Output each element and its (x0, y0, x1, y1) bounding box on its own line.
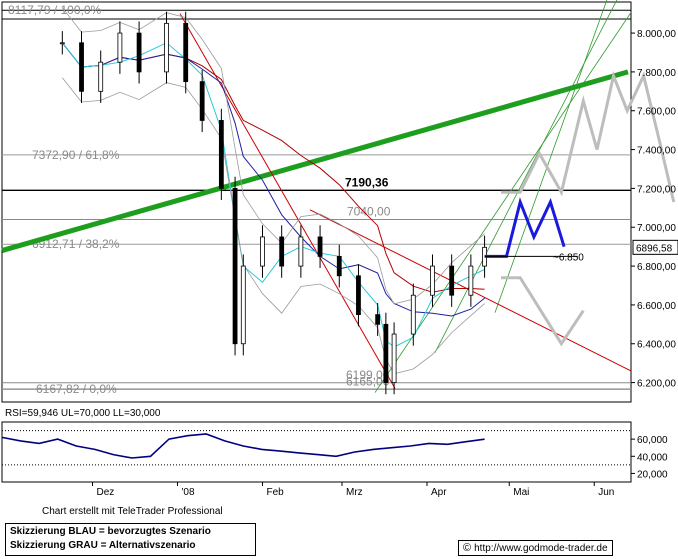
y-tick-label: 6.800,00 (637, 262, 676, 273)
y-tick-label: 7.600,00 (637, 107, 676, 118)
last-price-label: 6896,58 (636, 243, 673, 254)
y-tick-label: 7.000,00 (637, 223, 676, 234)
price-candle (317, 236, 323, 257)
rsi-tick-label: 60,000 (637, 435, 668, 446)
price-candle (199, 81, 205, 121)
main-plot: 7190,367040,006199,006165,008117,79 / 10… (1, 0, 676, 396)
bollinger-lower (61, 77, 485, 375)
rsi-line (1, 433, 485, 459)
price-candle (383, 323, 389, 383)
level-label: 7190,36 (345, 175, 389, 189)
downtrend-line (179, 13, 396, 389)
scenario-legend: Skizzierung BLAU = bevorzugtes Szenario … (5, 523, 256, 556)
price-candle (260, 236, 265, 267)
price-candle (98, 61, 104, 92)
price-candle (375, 314, 381, 325)
scenario-blue-path (484, 197, 566, 258)
scenario-gray-down (501, 276, 585, 347)
x-tick-label: Mai (513, 487, 529, 498)
legend-gray: Skizzierung GRAU = Alternativszenario (10, 540, 196, 551)
y-tick-label: 6.200,00 (637, 379, 676, 390)
channel-line (494, 0, 608, 313)
price-candle (218, 120, 224, 189)
chart-svg: 7190,367040,006199,006165,008117,79 / 10… (1, 0, 678, 498)
price-candle (356, 275, 361, 316)
fib-label: 7372,90 / 61,8% (32, 148, 120, 162)
x-tick-label: Feb (266, 487, 284, 498)
credit-text: Chart erstellt mit TeleTrader Profession… (42, 506, 223, 517)
fib-label: 6167,82 / 0,0% (36, 382, 117, 396)
price-candle (298, 236, 304, 267)
price-candle (59, 42, 65, 45)
source-link[interactable]: © http://www.godmode-trader.de (458, 540, 613, 556)
price-candle (336, 255, 342, 277)
level-label: 6165,00 (346, 374, 390, 388)
y-tick-label: 6.600,00 (637, 301, 676, 312)
y-tick-label: 8.000,00 (637, 29, 676, 40)
fib-label: 8117,79 / 100,0% (8, 3, 102, 17)
price-candle (391, 333, 397, 383)
main-plot-frame (1, 1, 632, 403)
price-candle (183, 22, 189, 83)
rsi-tick-label: 20,000 (637, 469, 668, 480)
x-tick-label: Dez (96, 487, 114, 498)
price-candle (232, 188, 238, 345)
price-candle (117, 32, 123, 63)
price-candle (410, 294, 416, 335)
price-candle (164, 22, 169, 73)
x-tick-label: Mrz (346, 487, 363, 498)
ma-red-line (61, 42, 485, 293)
rsi-plot: 20,000 40,000 60,000 (1, 430, 668, 480)
scenario-gray-up (501, 70, 676, 203)
ma-blue-line (61, 42, 485, 317)
price-candle (79, 42, 84, 92)
x-axis: '07Dez'08FebMrzAprMaiJun (91, 482, 614, 498)
price-candle (430, 265, 435, 296)
price-candle (449, 265, 455, 296)
legend-blue: Skizzierung BLAU = bevorzugtes Szenario (10, 526, 211, 537)
price-candle (279, 236, 285, 267)
source-url: http://www.godmode-trader.de (474, 542, 608, 554)
y-axis: 6.200,00 6.400,00 6.600,00 6.800,00 7.000,00… (631, 29, 678, 390)
x-tick-label: '08 (181, 487, 194, 498)
y-tick-label: 7.200,00 (637, 184, 676, 195)
x-tick-label: Apr (431, 487, 447, 498)
copyright-icon: © (463, 542, 472, 554)
rsi-label: RSI=59,946 UL=70,000 LL=30,000 (5, 408, 161, 419)
price-candle (240, 265, 246, 345)
y-tick-label: 7.400,00 (637, 146, 676, 157)
price-candle (468, 265, 474, 296)
bollinger-upper (61, 7, 485, 305)
ma-cyan-line (61, 42, 485, 348)
y-tick-label: 7.800,00 (637, 68, 676, 79)
x-tick-label: Jun (598, 487, 614, 498)
price-candle (136, 32, 142, 73)
y-tick-label: 6.400,00 (637, 340, 676, 351)
target-label: ~6.850 (553, 252, 584, 263)
rsi-tick-label: 40,000 (637, 452, 668, 463)
